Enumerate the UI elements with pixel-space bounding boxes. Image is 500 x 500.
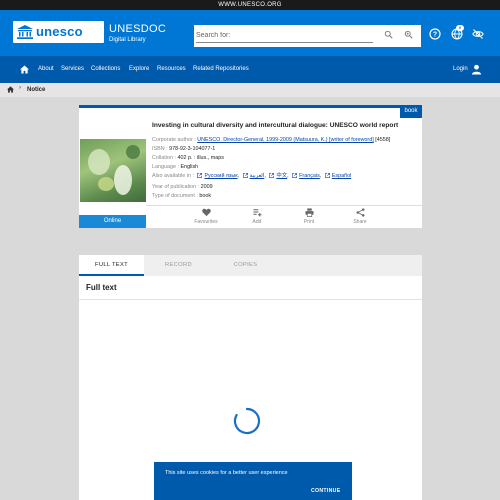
record-title: Investing in cultural diversity and inte… <box>152 122 399 129</box>
unesco-temple-icon <box>17 25 33 39</box>
cover-blob <box>126 145 140 159</box>
language-value: English <box>180 164 199 170</box>
nav-item-resources[interactable]: Resources <box>157 66 186 72</box>
favourites-label: Favourites <box>194 219 218 225</box>
nav-item-about[interactable]: About <box>38 66 54 72</box>
user-icon[interactable] <box>471 64 482 75</box>
external-link-icon <box>324 172 330 178</box>
tab-record[interactable]: RECORD <box>146 255 211 276</box>
collation-row: Collation : 402 p. : illus., maps <box>152 154 224 162</box>
share-button[interactable]: Share <box>340 208 380 225</box>
year-value: 2009 <box>200 184 213 190</box>
help-icon[interactable]: ? <box>429 28 441 40</box>
isbn-value: 978-92-3-104077-1 <box>169 146 216 152</box>
fulltext-title: Full text <box>86 283 117 292</box>
breadcrumb: › Notice <box>0 83 500 97</box>
cover-blob <box>88 149 110 175</box>
notification-badge: 0 <box>456 25 464 31</box>
cookie-message: This site uses cookies for a better user… <box>165 470 288 476</box>
site-header: unesco UNESDOC Digital Library ? 0 <box>0 10 500 56</box>
collation-label: Collation : <box>152 155 176 161</box>
cover-blob <box>114 165 132 195</box>
home-icon[interactable] <box>20 65 29 74</box>
main-nav: About Services Collections Explore Resou… <box>0 56 500 83</box>
loading-spinner-icon <box>233 407 261 435</box>
login-link[interactable]: Login <box>453 66 468 72</box>
nav-item-explore[interactable]: Explore <box>129 66 149 72</box>
breadcrumb-current: Notice <box>27 87 46 93</box>
brand-title[interactable]: UNESDOC <box>109 23 166 35</box>
year-row: Year of publication : 2009 <box>152 183 213 191</box>
cookie-banner: This site uses cookies for a better user… <box>154 462 352 500</box>
add-button[interactable]: Add <box>237 208 277 225</box>
cookie-continue-button[interactable]: CONTINUE <box>311 488 341 494</box>
type-value: book <box>199 193 212 199</box>
unesco-url[interactable]: WWW.UNESCO.ORG <box>218 2 282 8</box>
also-available-spanish[interactable]: Español <box>332 173 351 179</box>
online-access-button[interactable]: Online <box>79 215 146 228</box>
unesco-logo[interactable]: unesco <box>13 21 104 43</box>
language-label: Language : <box>152 164 179 170</box>
chevron-right-icon: › <box>19 85 21 91</box>
external-link-icon <box>197 172 203 178</box>
heart-icon <box>201 208 211 217</box>
card-top-stripe <box>79 105 422 108</box>
search-icon[interactable] <box>384 30 393 39</box>
book-cover-image[interactable] <box>80 139 146 202</box>
also-available-russian[interactable]: Русский язык <box>204 173 237 179</box>
playlist-add-icon <box>252 209 262 217</box>
type-row: Type of document : book <box>152 192 211 200</box>
logo-text: unesco <box>36 24 83 39</box>
record-card: book Online Investing in cultural divers… <box>79 105 422 228</box>
tabs-bar: FULL TEXT RECORD COPIES <box>79 255 422 276</box>
type-label: Type of document : <box>152 193 198 199</box>
also-available-label: Also available in : <box>152 173 194 179</box>
nav-item-collections[interactable]: Collections <box>91 66 120 72</box>
visibility-off-icon[interactable] <box>472 28 484 40</box>
document-type-badge: book <box>400 105 422 118</box>
share-icon <box>356 208 364 217</box>
also-available-arabic[interactable]: العربية <box>250 173 265 179</box>
unesco-topbar[interactable]: WWW.UNESCO.ORG <box>0 0 500 10</box>
external-link-icon <box>269 172 275 178</box>
also-available-chinese[interactable]: 中文 <box>276 173 287 179</box>
svg-text:?: ? <box>433 32 437 39</box>
isbn-row: ISBN : 978-92-3-104077-1 <box>152 145 215 153</box>
actions-divider <box>146 205 422 206</box>
search-box <box>194 25 421 47</box>
year-label: Year of publication : <box>152 184 200 190</box>
nav-item-related-repositories[interactable]: Related Repositories <box>193 66 249 72</box>
search-underline <box>196 42 373 43</box>
favourites-button[interactable]: Favourites <box>186 208 226 225</box>
also-available-french[interactable]: Français <box>299 173 320 179</box>
print-icon <box>304 208 314 217</box>
tab-copies[interactable]: COPIES <box>213 255 278 276</box>
add-label: Add <box>252 219 262 225</box>
tab-full-text[interactable]: FULL TEXT <box>79 255 144 276</box>
share-label: Share <box>353 219 367 225</box>
brand-subtitle[interactable]: Digital Library <box>109 37 146 43</box>
external-link-icon <box>292 172 297 178</box>
corporate-author-id: [4558] <box>375 137 391 143</box>
cover-blob <box>98 177 114 191</box>
external-link-icon <box>242 172 248 178</box>
isbn-label: ISBN : <box>152 146 168 152</box>
search-input[interactable] <box>196 28 376 42</box>
print-button[interactable]: Print <box>289 208 329 225</box>
nav-item-services[interactable]: Services <box>61 66 84 72</box>
advanced-search-icon[interactable] <box>404 30 413 39</box>
language-row: Language : English <box>152 163 198 171</box>
panel-divider <box>79 299 422 300</box>
also-available-row: Also available in : Русский язык, العربي… <box>152 172 352 179</box>
collation-value: 402 p. : illus., maps <box>177 155 224 161</box>
corporate-author-link[interactable]: UNESCO. Director-General, 1999-2009 (Mat… <box>197 137 373 143</box>
breadcrumb-home-icon[interactable] <box>7 86 14 93</box>
corporate-author-label: Corporate author : <box>152 137 196 143</box>
print-label: Print <box>303 219 315 225</box>
corporate-author-row: Corporate author : UNESCO. Director-Gene… <box>152 136 390 144</box>
